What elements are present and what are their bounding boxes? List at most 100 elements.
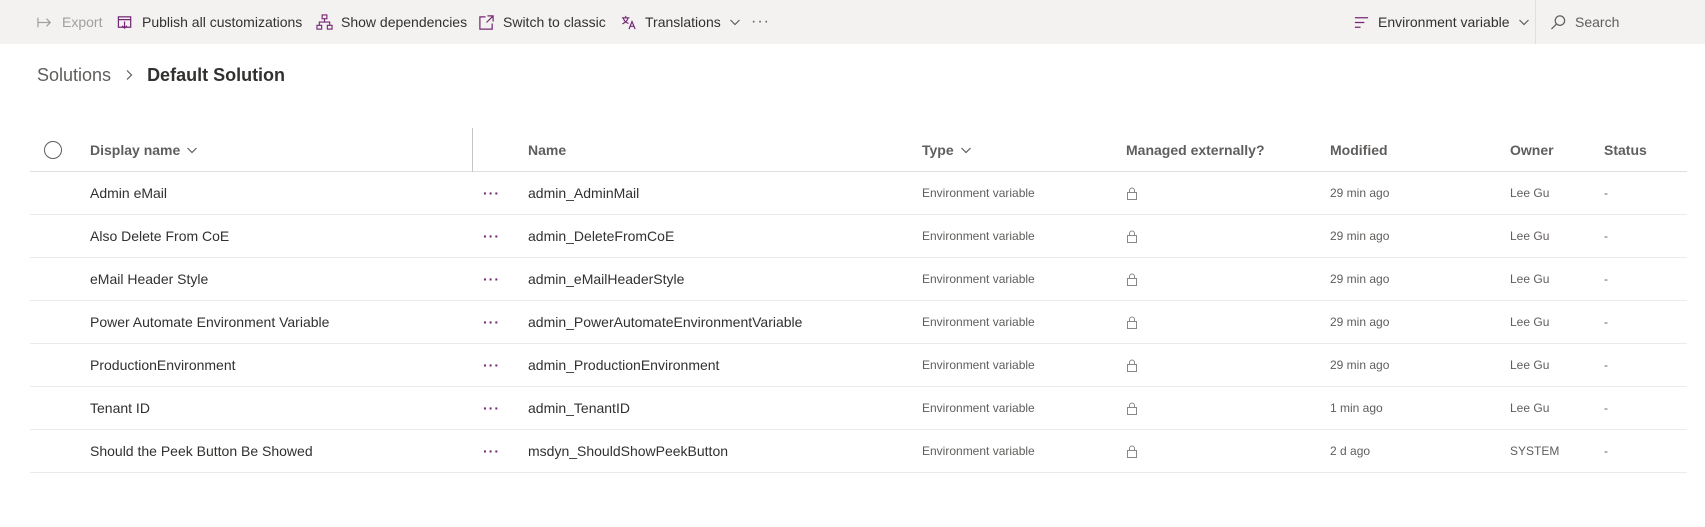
cell-name: admin_DeleteFromCoE bbox=[528, 228, 675, 244]
filter-dropdown[interactable]: Environment variable bbox=[1352, 0, 1530, 44]
row-more-button[interactable]: ··· bbox=[483, 172, 500, 214]
header-name[interactable]: Name bbox=[528, 128, 566, 172]
select-all-checkbox[interactable] bbox=[44, 141, 62, 159]
header-type[interactable]: Type bbox=[922, 128, 972, 172]
filter-lines-icon bbox=[1352, 13, 1370, 31]
header-display-name-label: Display name bbox=[90, 142, 181, 158]
cell-type: Environment variable bbox=[922, 272, 1035, 286]
lock-icon bbox=[1126, 215, 1138, 257]
cell-modified: 29 min ago bbox=[1330, 186, 1390, 200]
cell-name: admin_PowerAutomateEnvironmentVariable bbox=[528, 314, 803, 330]
cell-owner: Lee Gu bbox=[1510, 272, 1550, 286]
table-row[interactable]: ProductionEnvironment ··· admin_Producti… bbox=[30, 344, 1687, 387]
publish-label: Publish all customizations bbox=[142, 14, 303, 30]
cell-display-name[interactable]: eMail Header Style bbox=[90, 258, 208, 300]
cell-modified: 29 min ago bbox=[1330, 272, 1390, 286]
cell-status: - bbox=[1604, 186, 1608, 200]
column-resize-handle[interactable] bbox=[472, 128, 473, 172]
export-button[interactable]: Export bbox=[36, 0, 102, 44]
cell-display-name[interactable]: Admin eMail bbox=[90, 172, 167, 214]
header-display-name[interactable]: Display name bbox=[90, 128, 198, 172]
table-row[interactable]: eMail Header Style ··· admin_eMailHeader… bbox=[30, 258, 1687, 301]
breadcrumb-solutions-link[interactable]: Solutions bbox=[37, 65, 111, 86]
row-more-button[interactable]: ··· bbox=[483, 430, 500, 472]
translations-button[interactable]: Translations bbox=[619, 0, 741, 44]
header-modified-label: Modified bbox=[1330, 142, 1388, 158]
cell-type: Environment variable bbox=[922, 186, 1035, 200]
show-dependencies-button[interactable]: Show dependencies bbox=[315, 0, 467, 44]
chevron-down-icon bbox=[729, 16, 741, 28]
translations-icon bbox=[619, 13, 637, 31]
cell-status: - bbox=[1604, 229, 1608, 243]
switch-classic-icon bbox=[477, 13, 495, 31]
header-modified[interactable]: Modified bbox=[1330, 128, 1388, 172]
row-more-button[interactable]: ··· bbox=[483, 258, 500, 300]
cell-display-name[interactable]: Power Automate Environment Variable bbox=[90, 301, 329, 343]
row-more-button[interactable]: ··· bbox=[483, 344, 500, 386]
more-commands-button[interactable]: ··· bbox=[751, 0, 770, 44]
cell-type: Environment variable bbox=[922, 358, 1035, 372]
cell-display-name[interactable]: ProductionEnvironment bbox=[90, 344, 236, 386]
cell-status: - bbox=[1604, 358, 1608, 372]
more-icon: ··· bbox=[751, 13, 770, 30]
cell-owner: Lee Gu bbox=[1510, 401, 1550, 415]
cell-type: Environment variable bbox=[922, 401, 1035, 415]
header-type-label: Type bbox=[922, 142, 954, 158]
cell-name: admin_TenantID bbox=[528, 400, 630, 416]
page-title: Default Solution bbox=[147, 64, 286, 85]
cell-display-name[interactable]: Should the Peek Button Be Showed bbox=[90, 430, 313, 472]
classic-label: Switch to classic bbox=[503, 14, 606, 30]
lock-icon bbox=[1126, 301, 1138, 343]
cell-modified: 29 min ago bbox=[1330, 358, 1390, 372]
header-managed-label: Managed externally? bbox=[1126, 142, 1265, 158]
export-icon bbox=[36, 13, 54, 31]
cell-status: - bbox=[1604, 315, 1608, 329]
chevron-down-icon bbox=[186, 144, 198, 156]
cell-modified: 2 d ago bbox=[1330, 444, 1371, 458]
search-icon bbox=[1549, 13, 1567, 31]
commandbar-divider bbox=[1535, 0, 1536, 44]
header-managed-externally[interactable]: Managed externally? bbox=[1126, 128, 1265, 172]
dependencies-label: Show dependencies bbox=[341, 14, 468, 30]
table-row[interactable]: Should the Peek Button Be Showed ··· msd… bbox=[30, 430, 1687, 473]
lock-icon bbox=[1126, 387, 1138, 429]
table-row[interactable]: Admin eMail ··· admin_AdminMail Environm… bbox=[30, 172, 1687, 215]
search-label: Search bbox=[1575, 14, 1620, 30]
table-row[interactable]: Power Automate Environment Variable ··· … bbox=[30, 301, 1687, 344]
search-box[interactable]: Search bbox=[1549, 0, 1619, 44]
chevron-right-icon bbox=[123, 69, 135, 81]
cell-owner: Lee Gu bbox=[1510, 315, 1550, 329]
header-name-label: Name bbox=[528, 142, 567, 158]
cell-owner: Lee Gu bbox=[1510, 229, 1550, 243]
cell-owner: SYSTEM bbox=[1510, 444, 1560, 458]
chevron-down-icon bbox=[960, 144, 972, 156]
header-status[interactable]: Status bbox=[1604, 128, 1647, 172]
cell-status: - bbox=[1604, 444, 1608, 458]
cell-type: Environment variable bbox=[922, 315, 1035, 329]
row-more-button[interactable]: ··· bbox=[483, 215, 500, 257]
publish-all-customizations-button[interactable]: Publish all customizations bbox=[116, 0, 302, 44]
switch-to-classic-button[interactable]: Switch to classic bbox=[477, 0, 606, 44]
row-more-button[interactable]: ··· bbox=[483, 387, 500, 429]
row-more-button[interactable]: ··· bbox=[483, 301, 500, 343]
cell-modified: 29 min ago bbox=[1330, 229, 1390, 243]
command-bar: Export Publish all customizations Show d… bbox=[0, 0, 1705, 44]
header-status-label: Status bbox=[1604, 142, 1647, 158]
header-owner[interactable]: Owner bbox=[1510, 128, 1554, 172]
cell-modified: 29 min ago bbox=[1330, 315, 1390, 329]
cell-display-name[interactable]: Also Delete From CoE bbox=[90, 215, 229, 257]
lock-icon bbox=[1126, 430, 1138, 472]
lock-icon bbox=[1126, 344, 1138, 386]
publish-icon bbox=[116, 13, 134, 31]
cell-display-name[interactable]: Tenant ID bbox=[90, 387, 150, 429]
cell-owner: Lee Gu bbox=[1510, 358, 1550, 372]
cell-name: msdyn_ShouldShowPeekButton bbox=[528, 443, 729, 459]
cell-modified: 1 min ago bbox=[1330, 401, 1383, 415]
translations-label: Translations bbox=[645, 14, 721, 30]
cell-status: - bbox=[1604, 272, 1608, 286]
table-row[interactable]: Also Delete From CoE ··· admin_DeleteFro… bbox=[30, 215, 1687, 258]
cell-status: - bbox=[1604, 401, 1608, 415]
lock-icon bbox=[1126, 258, 1138, 300]
table-row[interactable]: Tenant ID ··· admin_TenantID Environment… bbox=[30, 387, 1687, 430]
chevron-down-icon bbox=[1518, 16, 1530, 28]
